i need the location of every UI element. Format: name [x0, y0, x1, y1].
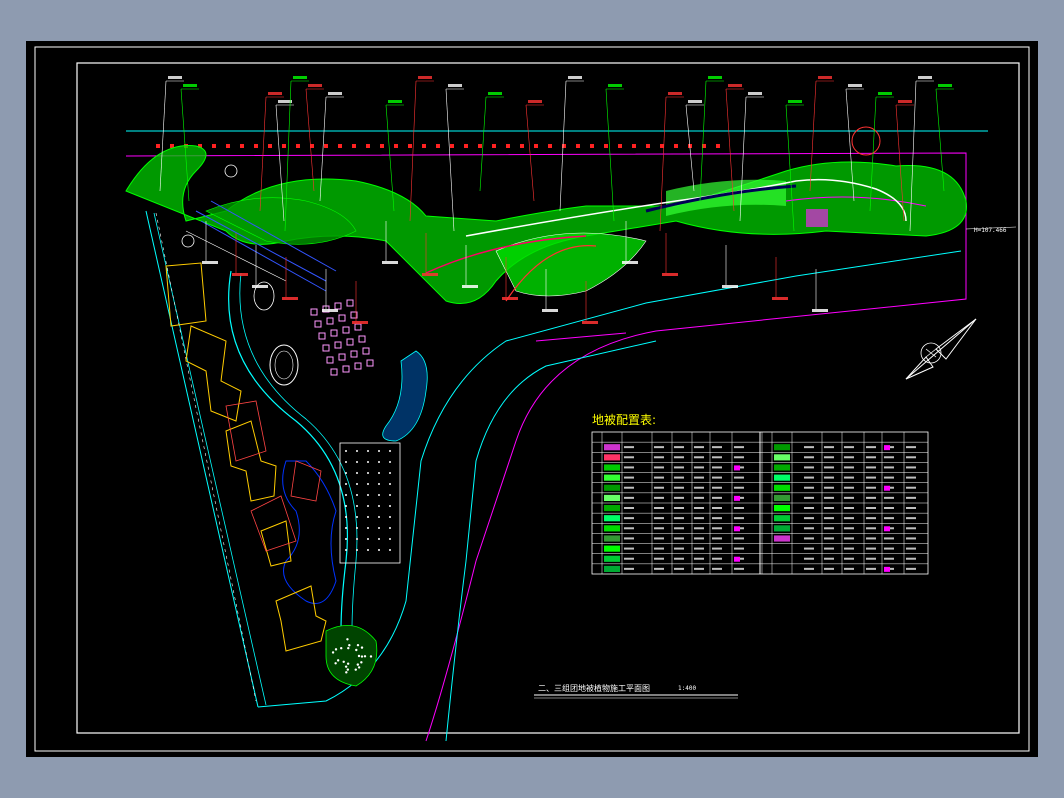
building-outlines-red: [225, 400, 322, 552]
elevation-label: H=107.466: [974, 227, 1007, 234]
road-edge-inner: [445, 340, 657, 742]
ground-cover-table: [591, 431, 929, 575]
boundary-markers: [156, 144, 720, 148]
site-plan-drawing: H=107.466: [34, 46, 1030, 752]
plan-title: 二、三组团地被植物施工平面图: [538, 684, 650, 693]
buildings: [165, 262, 327, 652]
plan-scale: 1:400: [678, 685, 697, 692]
courtyard-grid: [339, 442, 401, 564]
plaza-paving: [310, 299, 374, 376]
legend-title: 地被配置表:: [592, 413, 657, 427]
lower-planting: [325, 624, 378, 687]
cad-viewport[interactable]: H=107.466 地被配置表: 二、三组团地被植物施工平面图 1:400: [26, 41, 1038, 757]
courtyard-trees: [345, 450, 391, 551]
north-arrow: [905, 318, 977, 380]
pond: [282, 460, 337, 604]
